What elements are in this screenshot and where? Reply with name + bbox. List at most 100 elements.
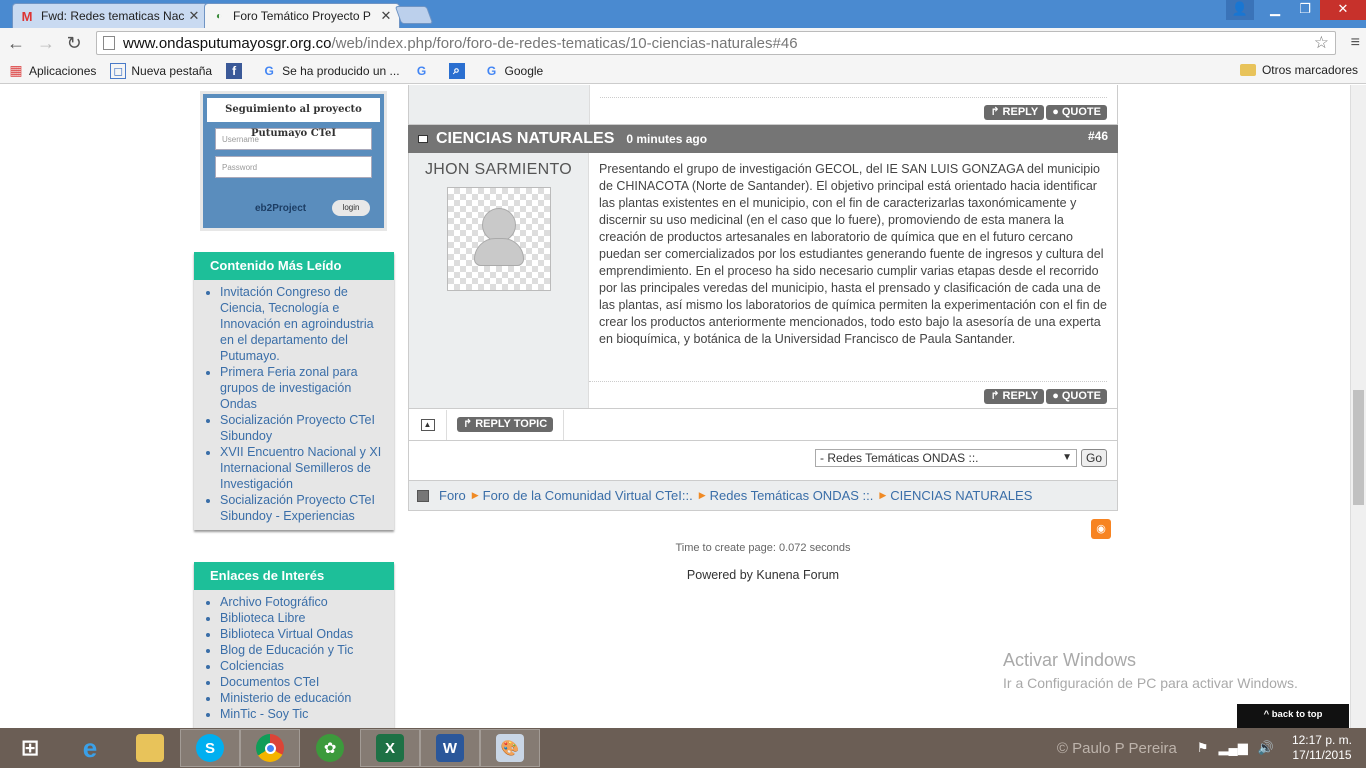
reply-button[interactable]: ↱ REPLY (984, 389, 1045, 404)
back-icon[interactable]: ← (4, 32, 28, 54)
bookmark-facebook[interactable]: f (226, 62, 247, 79)
bookmark-label: Google (504, 63, 544, 78)
chrome-icon (256, 734, 284, 762)
post-title: CIENCIAS NATURALES (436, 130, 615, 147)
taskbar-word[interactable]: W (420, 729, 480, 767)
breadcrumb-item[interactable]: Foro (439, 488, 466, 503)
quote-button[interactable]: ● QUOTE (1046, 105, 1107, 120)
page-scrollbar[interactable] (1350, 85, 1366, 728)
post-time: 0 minutes ago (626, 132, 708, 146)
bookmark-apps[interactable]: ▦ Aplicaciones (8, 62, 97, 79)
bookmark-google-2[interactable]: G Google (484, 63, 544, 79)
forward-icon[interactable]: → (34, 32, 58, 54)
browser-toolbar: ← → ↻ www.ondasputumayosgr.org.co/web/in… (0, 28, 1366, 58)
post-bullet-icon (418, 135, 428, 143)
url-path: /web/index.php/foro/foro-de-redes-temati… (331, 34, 798, 52)
bookmark-google[interactable]: G (414, 63, 435, 79)
list-item[interactable]: XVII Encuentro Nacional y XI Internacion… (220, 444, 386, 492)
url-domain: www.ondasputumayosgr.org.co (123, 34, 332, 52)
activate-title: Activar Windows (1003, 650, 1137, 670)
reply-label: REPLY (1002, 106, 1039, 118)
reply-topic-label: REPLY TOPIC (475, 418, 548, 430)
bookmark-star-icon[interactable]: ☆ (1314, 33, 1329, 53)
taskbar-chrome[interactable] (240, 729, 300, 767)
taskbar-paint[interactable]: 🎨 (480, 729, 540, 767)
list-item[interactable]: Biblioteca Libre (220, 610, 386, 626)
other-bookmarks[interactable]: Otros marcadores (1239, 63, 1358, 77)
list-item[interactable]: Socialización Proyecto CTeI Sibundoy (220, 412, 386, 444)
reply-topic-button[interactable]: ↱ REPLY TOPIC (457, 417, 554, 432)
google-icon: G (264, 63, 274, 78)
topic-actions-bar: ▲ ↱ REPLY TOPIC (408, 409, 1118, 441)
kunena-link[interactable]: Kunena Forum (756, 568, 839, 582)
post-actions: ↱ REPLY ● QUOTE (984, 105, 1107, 120)
breadcrumb-item[interactable]: Redes Temáticas ONDAS ::. (710, 488, 874, 503)
password-field[interactable]: Password (215, 156, 372, 178)
close-icon[interactable]: ✕ (187, 8, 201, 24)
list-item[interactable]: Archivo Fotográfico (220, 594, 386, 610)
taskbar-ie[interactable]: e (60, 729, 120, 767)
bookmark-search[interactable]: ⌕ (448, 62, 470, 79)
post-actions: ↱ REPLY ● QUOTE (984, 389, 1107, 404)
bookmark-google-error[interactable]: G Se ha producido un ... (261, 63, 399, 79)
list-item[interactable]: MinTic - Soy Tic (220, 706, 386, 722)
web-page: Seguimiento al proyecto Putumayo CTeI Us… (0, 85, 1350, 728)
list-item[interactable]: Invitación Congreso de Ciencia, Tecnolog… (220, 284, 386, 364)
list-item[interactable]: Colciencias (220, 658, 386, 674)
bookmark-label: Aplicaciones (29, 63, 97, 78)
address-bar[interactable]: www.ondasputumayosgr.org.co/web/index.ph… (96, 31, 1336, 55)
minimize-button[interactable]: ▁ (1260, 0, 1290, 20)
menu-icon[interactable]: ≡ (1351, 34, 1360, 52)
breadcrumb-item[interactable]: CIENCIAS NATURALES (890, 488, 1032, 503)
user-icon[interactable]: 👤 (1226, 0, 1254, 20)
list-item[interactable]: Primera Feria zonal para grupos de inves… (220, 364, 386, 412)
user-watermark: © Paulo P Pereira (1056, 739, 1177, 757)
gmail-icon: M (21, 8, 33, 24)
quote-button[interactable]: ● QUOTE (1046, 389, 1107, 404)
tab-gmail[interactable]: M Fwd: Redes tematicas Nac ✕ (12, 3, 208, 28)
close-icon[interactable]: ✕ (379, 8, 393, 24)
post-number[interactable]: #46 (1088, 129, 1108, 143)
flag-icon[interactable]: ⚑ (1197, 740, 1209, 756)
list-item[interactable]: Documentos CTeI (220, 674, 386, 690)
close-window-button[interactable]: ✕ (1320, 0, 1366, 20)
taskbar-explorer[interactable] (120, 729, 180, 767)
quote-icon: ● (1052, 106, 1059, 118)
home-icon (417, 489, 429, 502)
maximize-button[interactable]: ❐ (1290, 0, 1320, 20)
reply-button[interactable]: ↱ REPLY (984, 105, 1045, 120)
taskbar-excel[interactable]: X (360, 729, 420, 767)
author-name[interactable]: JHON SARMIENTO (409, 161, 588, 179)
list-item[interactable]: Ministerio de educación (220, 690, 386, 706)
excel-icon: X (376, 734, 404, 762)
forum-jump-select[interactable]: - Redes Temáticas ONDAS ::. ▼ (815, 449, 1077, 467)
login-widget: Seguimiento al proyecto Putumayo CTeI Us… (200, 91, 387, 231)
post-message: Presentando el grupo de investigación GE… (589, 153, 1117, 408)
breadcrumb-item[interactable]: Foro de la Comunidad Virtual CTeI::. (483, 488, 693, 503)
tab-title: Foro Temático Proyecto P (233, 9, 371, 23)
avatar[interactable] (446, 187, 551, 291)
start-button[interactable]: ⊞ (0, 729, 60, 767)
go-top-button[interactable]: ▲ (409, 409, 447, 440)
network-icon[interactable]: ▂▄▆ (1219, 740, 1248, 756)
reload-icon[interactable]: ↻ (62, 32, 86, 54)
windows-logo-icon: ⊞ (20, 735, 40, 760)
internet-explorer-icon: e (82, 732, 98, 763)
clock[interactable]: 12:17 p. m. 17/11/2015 (1292, 733, 1352, 763)
new-tab-button[interactable] (394, 6, 434, 24)
list-item[interactable]: Socialización Proyecto CTeI Sibundoy - E… (220, 492, 386, 524)
scrollbar-thumb[interactable] (1353, 390, 1364, 505)
rss-icon[interactable]: ◉ (1091, 519, 1111, 539)
tab-forum[interactable]: ◐ Foro Temático Proyecto P ✕ (204, 3, 400, 28)
go-button[interactable]: Go (1081, 449, 1107, 467)
bookmark-new-tab[interactable]: ◻ Nueva pestaña (110, 62, 212, 79)
volume-icon[interactable]: 🔊 (1258, 740, 1274, 756)
list-item[interactable]: Biblioteca Virtual Ondas (220, 626, 386, 642)
skype-icon: S (196, 734, 224, 762)
back-to-top-button[interactable]: ^ back to top (1237, 704, 1349, 728)
list-item[interactable]: Blog de Educación y Tic (220, 642, 386, 658)
search-icon: ⌕ (448, 62, 465, 79)
taskbar-skype[interactable]: S (180, 729, 240, 767)
taskbar-app-green[interactable]: ✿ (300, 729, 360, 767)
login-button[interactable]: login (332, 200, 370, 216)
